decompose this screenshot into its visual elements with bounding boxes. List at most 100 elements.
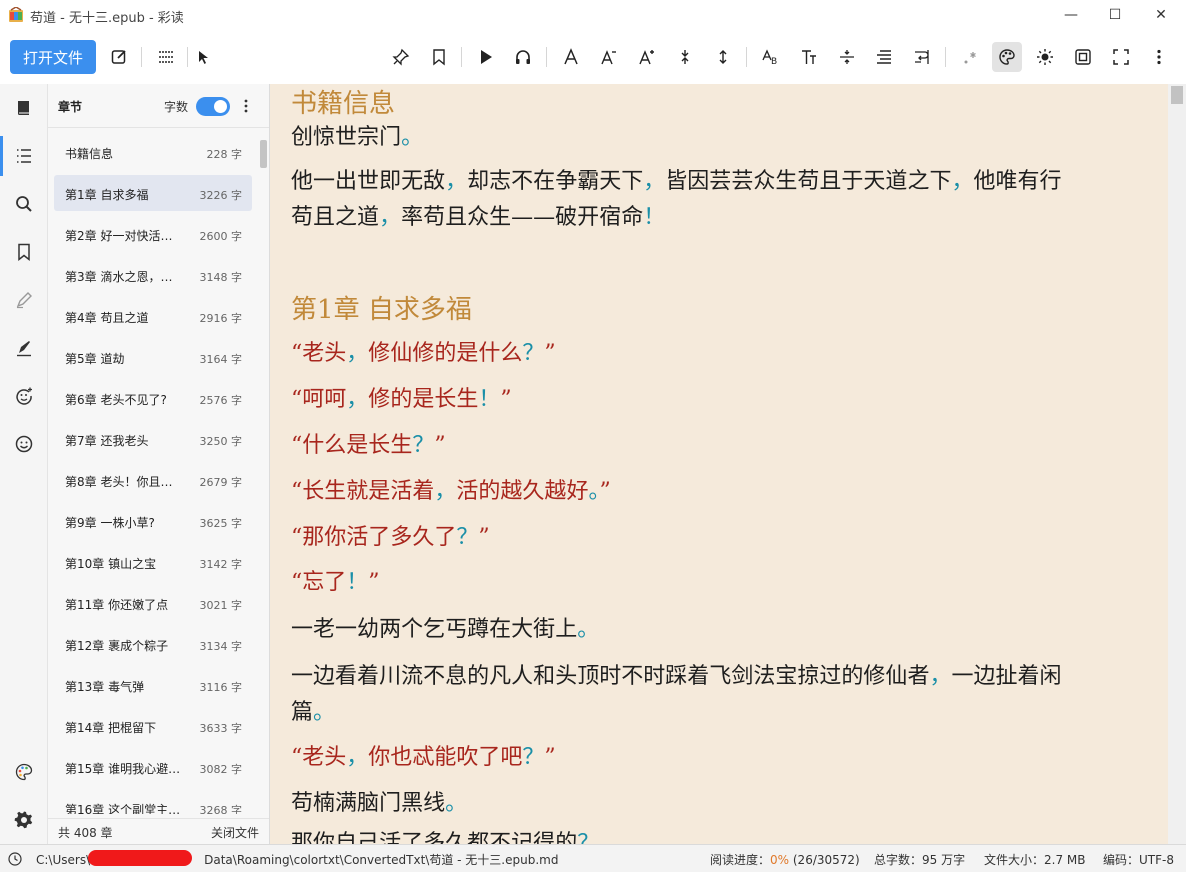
chapter-list-scroll-thumb[interactable]	[260, 140, 267, 168]
headphones-icon	[516, 50, 530, 64]
listen-button[interactable]	[508, 42, 538, 72]
chapter-item[interactable]: 第1章 自求多福 3226 字	[54, 175, 252, 211]
font-increase-button[interactable]	[632, 42, 662, 72]
chapter-word-count: 3021 字	[199, 599, 243, 612]
chapter-item[interactable]: 第6章 老头不见了? 2576 字	[54, 380, 252, 416]
edit-button[interactable]	[104, 42, 134, 72]
wordcount-toggle[interactable]	[196, 97, 230, 116]
search-icon	[16, 196, 32, 212]
ai-assistant-button[interactable]	[0, 376, 48, 416]
text-transform-button[interactable]	[794, 42, 824, 72]
line-spacing-decrease-icon	[681, 50, 689, 64]
chapter-item[interactable]: 书籍信息 228 字	[54, 134, 252, 170]
paragraph: 苟且之道，率苟且众生——破开宿命！	[291, 205, 666, 230]
line-spacing-increase-icon	[719, 50, 727, 64]
line-spacing-decrease-button[interactable]	[670, 42, 700, 72]
svg-text:B: B	[771, 57, 777, 66]
title-bar: 苟道 - 无十三.epub - 彩读 — ☐ ✕	[0, 0, 1186, 30]
chapter-item[interactable]: 第14章 把棍留下 3633 字	[54, 708, 252, 744]
progress-detail: (26/30572)	[789, 853, 860, 867]
chapter-word-count: 3148 字	[199, 271, 243, 284]
wrap-button[interactable]	[907, 42, 937, 72]
paragraph-spacing-button[interactable]	[832, 42, 862, 72]
chapter-item[interactable]: 第7章 还我老头 3250 字	[54, 421, 252, 457]
select-cursor-button[interactable]	[189, 42, 219, 72]
paragraph: “长生就是活着，活的越久越好。”	[291, 479, 611, 504]
notes-button[interactable]	[0, 328, 48, 368]
chapter-item[interactable]: 第2章 好一对快活… 2600 字	[54, 216, 252, 252]
chapter-item[interactable]: 第11章 你还嫩了点 3021 字	[54, 585, 252, 621]
chapter-list-scrollbar[interactable]	[259, 130, 268, 818]
chapter-item[interactable]: 第8章 老头！你且… 2679 字	[54, 462, 252, 498]
font-icon	[564, 48, 578, 65]
chapter-name: 第11章 你还嫩了点	[65, 598, 169, 612]
chapter-name: 第5章 道劫	[65, 352, 125, 366]
fullscreen-icon	[1113, 49, 1129, 65]
file-path-suffix: Data\Roaming\colortxt\ConvertedTxt\苟道 - …	[204, 853, 559, 867]
font-decrease-button[interactable]	[594, 42, 624, 72]
chapter-item[interactable]: 第16章 这个副堂主… 3268 字	[54, 790, 252, 814]
chapter-word-count: 2679 字	[199, 476, 243, 489]
chapter-panel-footer: 共 408 章 关闭文件	[48, 818, 269, 844]
toolbar-separator	[546, 47, 547, 67]
brightness-button[interactable]	[1030, 42, 1060, 72]
bookmark-button[interactable]	[424, 42, 454, 72]
font-button[interactable]	[556, 42, 586, 72]
maximize-button[interactable]: ☐	[1092, 0, 1138, 30]
open-file-button[interactable]: 打开文件	[10, 40, 96, 74]
play-button[interactable]	[471, 42, 501, 72]
chapter-item[interactable]: 第15章 谁明我心避… 3082 字	[54, 749, 252, 785]
chapter-menu-button[interactable]	[238, 96, 254, 116]
align-icon	[877, 50, 891, 64]
edit-icon	[111, 50, 126, 64]
toc-button[interactable]	[0, 136, 48, 176]
chapter-item[interactable]: 第10章 镇山之宝 3142 字	[54, 544, 252, 580]
wrap-icon	[915, 50, 929, 64]
paragraph: “呵呵，修的是长生！”	[291, 387, 512, 412]
chapter-word-count: 2576 字	[199, 394, 243, 407]
pin-button[interactable]	[386, 42, 416, 72]
regex-button[interactable]	[955, 42, 985, 72]
align-button[interactable]	[869, 42, 899, 72]
toolbar-separator	[746, 47, 747, 67]
fullscreen-button[interactable]	[1106, 42, 1136, 72]
close-file-link[interactable]: 关闭文件	[211, 824, 259, 841]
chapter-total: 共 408 章	[58, 826, 113, 840]
paragraph-spacing-icon	[840, 50, 854, 64]
minimize-button[interactable]: —	[1048, 0, 1094, 30]
line-spacing-increase-button[interactable]	[708, 42, 738, 72]
chapter-item[interactable]: 第3章 滴水之恩，… 3148 字	[54, 257, 252, 293]
chapter-panel-header: 章节 字数	[48, 84, 269, 128]
chapter-item[interactable]: 第13章 毒气弹 3116 字	[54, 667, 252, 703]
highlight-button[interactable]	[0, 280, 48, 320]
chapter-word-count: 3268 字	[199, 804, 243, 814]
toolbar-separator	[141, 47, 142, 67]
chapter-name: 第8章 老头！你且…	[65, 475, 173, 489]
emoji-button[interactable]	[0, 424, 48, 464]
color-theme-button[interactable]	[992, 42, 1022, 72]
more-options-button[interactable]	[1144, 42, 1174, 72]
chapter-item[interactable]: 第12章 裹成个粽子 3134 字	[54, 626, 252, 662]
close-button[interactable]: ✕	[1138, 0, 1184, 30]
paragraph: 一边看着川流不息的凡人和头顶时不时踩着飞剑法宝掠过的修仙者，一边扯着闲	[291, 664, 1062, 689]
layout-button[interactable]	[151, 42, 181, 72]
chapter-name: 书籍信息	[65, 147, 114, 161]
reader-scrollbar[interactable]	[1168, 84, 1186, 844]
library-button[interactable]	[0, 88, 48, 128]
theme-button[interactable]	[0, 752, 48, 792]
bookmark-icon	[433, 49, 445, 66]
fit-window-button[interactable]	[1068, 42, 1098, 72]
chapter-item[interactable]: 第4章 苟且之道 2916 字	[54, 298, 252, 334]
paragraph: “忘了！”	[291, 570, 380, 595]
minimize-icon: —	[1064, 7, 1078, 23]
text-style-button[interactable]: B	[756, 42, 786, 72]
settings-button[interactable]	[0, 800, 48, 840]
search-button[interactable]	[0, 184, 48, 224]
chapter-panel: 章节 字数 书籍信息 228 字第1章 自求多福 3226 字第2章 好一对快活… 2…	[48, 84, 270, 844]
chapter-item[interactable]: 第5章 道劫 3164 字	[54, 339, 252, 375]
chapter-heading: 第1章 自求多福	[291, 295, 472, 325]
reader-scroll-thumb[interactable]	[1171, 86, 1183, 104]
bookmarks-button[interactable]	[0, 232, 48, 272]
reading-area[interactable]: 书籍信息 创惊世宗门。 他一出世即无敌，却志不在争霸天下，皆因芸芸众生苟且于天道之下…	[270, 84, 1168, 844]
chapter-item[interactable]: 第9章 一株小草? 3625 字	[54, 503, 252, 539]
